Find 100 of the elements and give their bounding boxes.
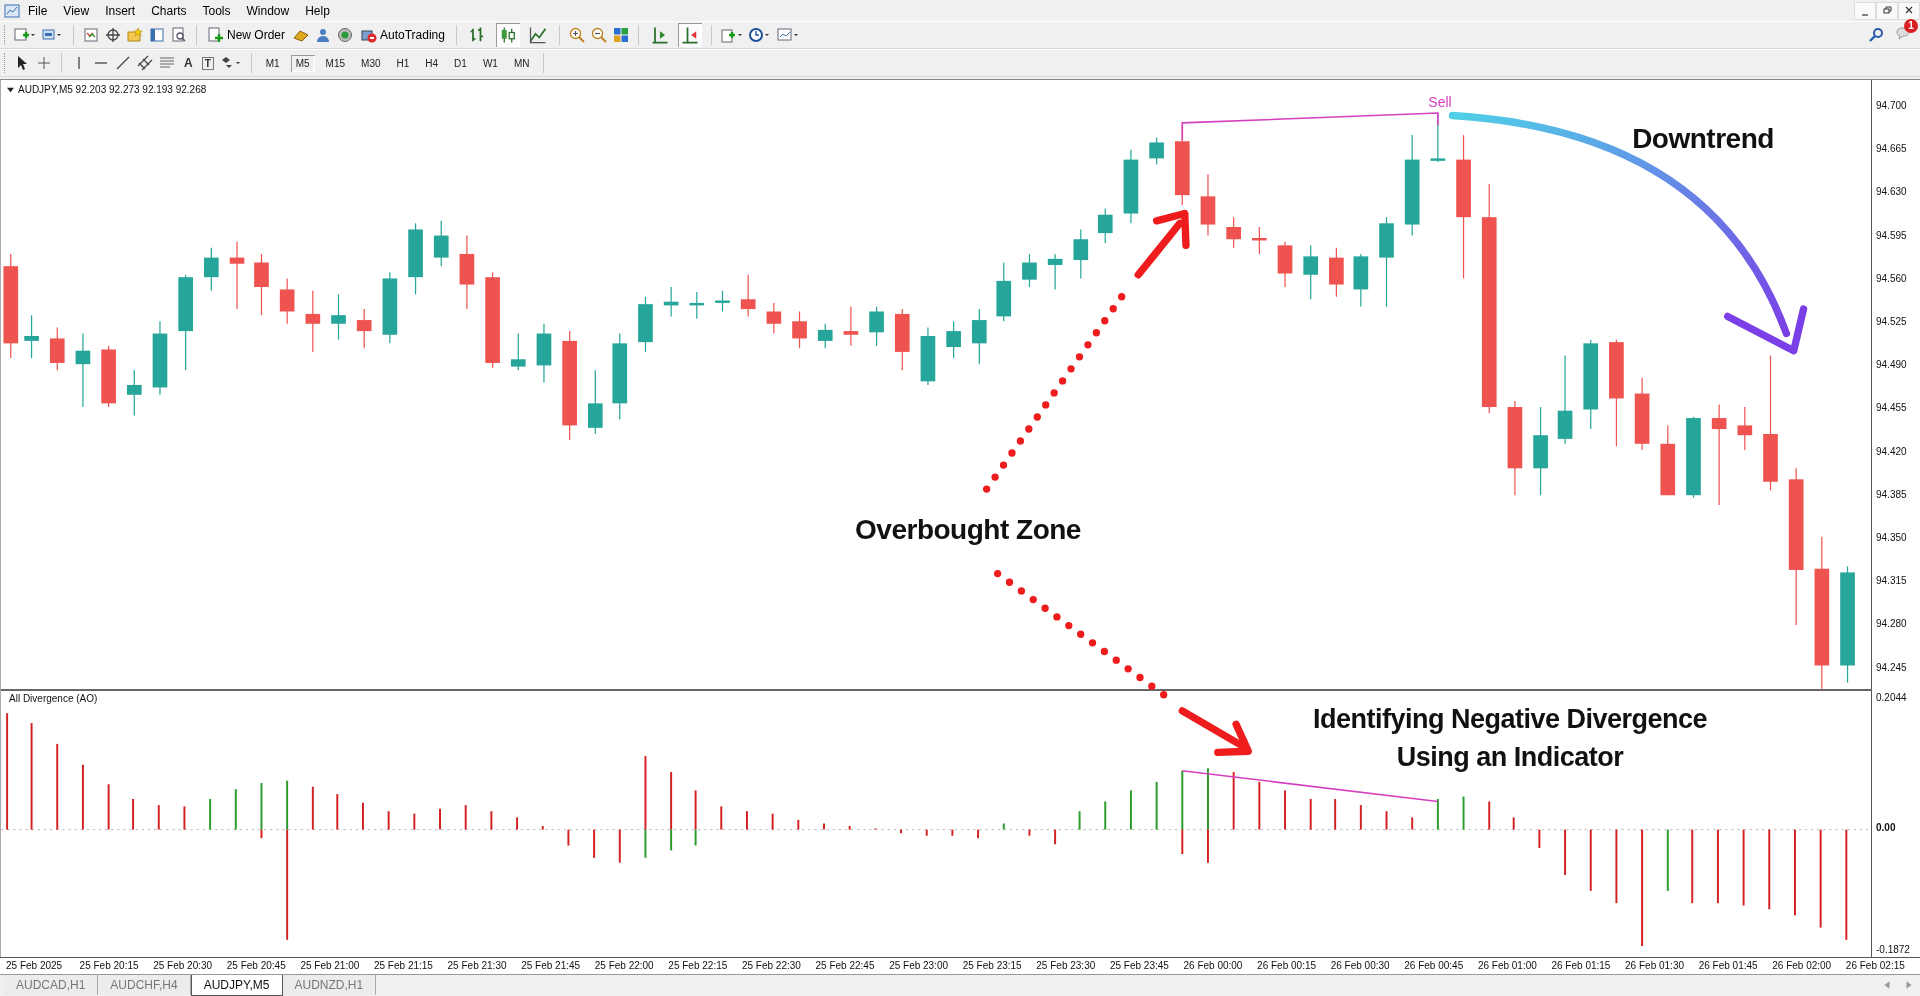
timeframe-button[interactable]: H4 bbox=[420, 54, 444, 72]
time-label: 26 Feb 01:15 bbox=[1551, 959, 1612, 973]
candle bbox=[1353, 253, 1369, 308]
search-icon[interactable] bbox=[1868, 27, 1884, 43]
candle bbox=[1073, 228, 1089, 280]
candle bbox=[1660, 424, 1676, 496]
timeframe-button[interactable]: M1 bbox=[260, 54, 285, 72]
new-order-button[interactable]: New Order bbox=[206, 25, 287, 45]
candle bbox=[663, 286, 679, 317]
price-label: 94.280 bbox=[1876, 618, 1907, 631]
candle bbox=[1277, 241, 1293, 288]
candle bbox=[1022, 253, 1037, 288]
price-label: 94.630 bbox=[1876, 186, 1907, 199]
autotrading-button[interactable]: AutoTrading bbox=[359, 25, 447, 45]
magnifier-document-icon[interactable] bbox=[171, 27, 187, 43]
text-tool[interactable]: A bbox=[181, 56, 196, 70]
time-label: 26 Feb 01:45 bbox=[1698, 959, 1759, 973]
timeframe-button[interactable]: M30 bbox=[356, 54, 386, 72]
profiles-icon[interactable] bbox=[42, 27, 64, 43]
crosshair-icon[interactable] bbox=[105, 27, 121, 43]
indicator-scale-label: 0.2044 bbox=[1876, 692, 1907, 704]
app-icon bbox=[4, 2, 20, 19]
menu-item[interactable]: Insert bbox=[97, 0, 144, 21]
time-label: 25 Feb 22:00 bbox=[594, 959, 655, 973]
timeframe-button[interactable]: H1 bbox=[391, 54, 415, 72]
restore-button[interactable] bbox=[1876, 1, 1898, 20]
person-icon[interactable] bbox=[315, 27, 331, 43]
candle bbox=[1737, 406, 1753, 451]
timeframe-button[interactable]: M5 bbox=[290, 54, 315, 72]
zoom-in-icon[interactable] bbox=[568, 27, 585, 43]
indicators-icon[interactable] bbox=[720, 27, 743, 43]
timeframe-button[interactable]: W1 bbox=[477, 54, 503, 72]
auto-scroll-icon[interactable] bbox=[677, 23, 702, 47]
menu-item[interactable]: Window bbox=[238, 0, 298, 21]
candle bbox=[740, 274, 756, 317]
candle bbox=[126, 369, 142, 417]
timeframe-button[interactable]: MN bbox=[508, 54, 535, 72]
radar-icon[interactable] bbox=[337, 27, 353, 43]
price-label: 94.315 bbox=[1876, 575, 1907, 588]
time-label: 26 Feb 02:15 bbox=[1845, 959, 1906, 973]
indicator-title: All Divergence (AO) bbox=[9, 693, 98, 704]
menu-item[interactable]: File bbox=[20, 0, 56, 21]
chart-tab[interactable]: AUDCHF,H4 bbox=[98, 975, 191, 995]
clock-icon[interactable] bbox=[748, 27, 771, 43]
candle bbox=[1200, 173, 1216, 237]
time-label: 25 Feb 20:30 bbox=[153, 959, 214, 973]
zoom-out-icon[interactable] bbox=[590, 27, 607, 43]
candle bbox=[1149, 136, 1164, 166]
candle bbox=[229, 241, 245, 310]
star-folder-icon[interactable] bbox=[127, 27, 143, 43]
price-label: 94.665 bbox=[1876, 143, 1907, 156]
candlestick-icon[interactable] bbox=[495, 23, 520, 47]
time-label: 25 Feb 21:45 bbox=[521, 959, 582, 973]
candle bbox=[766, 302, 782, 335]
timeframe-button[interactable]: M15 bbox=[320, 54, 351, 72]
candle bbox=[49, 326, 65, 371]
candle bbox=[356, 308, 372, 349]
menu-item[interactable]: Help bbox=[297, 0, 338, 21]
candle bbox=[996, 261, 1012, 322]
price-label: 94.350 bbox=[1876, 532, 1907, 544]
price-label: 94.455 bbox=[1876, 402, 1907, 415]
symbol-header: AUDJPY,M5 92.203 92.273 92.193 92.268 bbox=[7, 84, 207, 95]
price-label: 94.525 bbox=[1876, 316, 1907, 328]
minimize-button[interactable] bbox=[1854, 1, 1876, 20]
time-label: 25 Feb 22:45 bbox=[815, 959, 876, 973]
time-label: 26 Feb 01:00 bbox=[1477, 959, 1538, 973]
candle bbox=[971, 308, 987, 365]
label-tool[interactable]: T bbox=[201, 56, 214, 70]
menu-item[interactable]: View bbox=[55, 0, 98, 21]
menu-item[interactable]: Tools bbox=[194, 0, 239, 21]
templates-icon[interactable] bbox=[776, 27, 799, 43]
candle bbox=[1097, 208, 1113, 244]
tile-windows-icon[interactable] bbox=[612, 27, 629, 43]
time-label: 25 Feb 21:30 bbox=[447, 959, 508, 973]
time-label: 25 Feb 23:15 bbox=[962, 959, 1023, 973]
price-label: 94.595 bbox=[1876, 229, 1907, 242]
terminal-icon[interactable] bbox=[149, 27, 165, 43]
candle bbox=[869, 306, 884, 347]
candle bbox=[946, 320, 961, 359]
price-label: 94.385 bbox=[1876, 488, 1907, 501]
time-label: 26 Feb 00:00 bbox=[1183, 959, 1244, 973]
time-label: 25 Feb 22:15 bbox=[668, 959, 729, 973]
close-button[interactable] bbox=[1898, 1, 1920, 20]
trendline-icon[interactable] bbox=[115, 55, 131, 71]
new-chart-icon[interactable] bbox=[14, 27, 36, 43]
time-label: 25 Feb 23:45 bbox=[1109, 959, 1170, 973]
channel-icon[interactable] bbox=[137, 55, 153, 71]
chart-tab[interactable]: AUDCAD,H1 bbox=[4, 975, 99, 995]
menu-item[interactable]: Charts bbox=[143, 0, 195, 21]
chart-tab[interactable]: AUDJPY,M5 bbox=[190, 975, 283, 996]
chart-tab[interactable]: AUDNZD,H1 bbox=[282, 975, 377, 995]
market-watch-icon[interactable] bbox=[83, 27, 99, 43]
time-label: 25 Feb 20:15 bbox=[79, 959, 140, 973]
minimize-icon bbox=[1862, 13, 1868, 16]
timeframe-button[interactable]: D1 bbox=[449, 54, 472, 72]
divergence-label: Identifying Negative Divergence bbox=[1312, 703, 1708, 736]
scroll-right-icon[interactable] bbox=[1904, 980, 1914, 990]
candle bbox=[1329, 247, 1344, 298]
candle bbox=[331, 293, 346, 341]
scroll-left-icon[interactable] bbox=[1882, 980, 1892, 990]
